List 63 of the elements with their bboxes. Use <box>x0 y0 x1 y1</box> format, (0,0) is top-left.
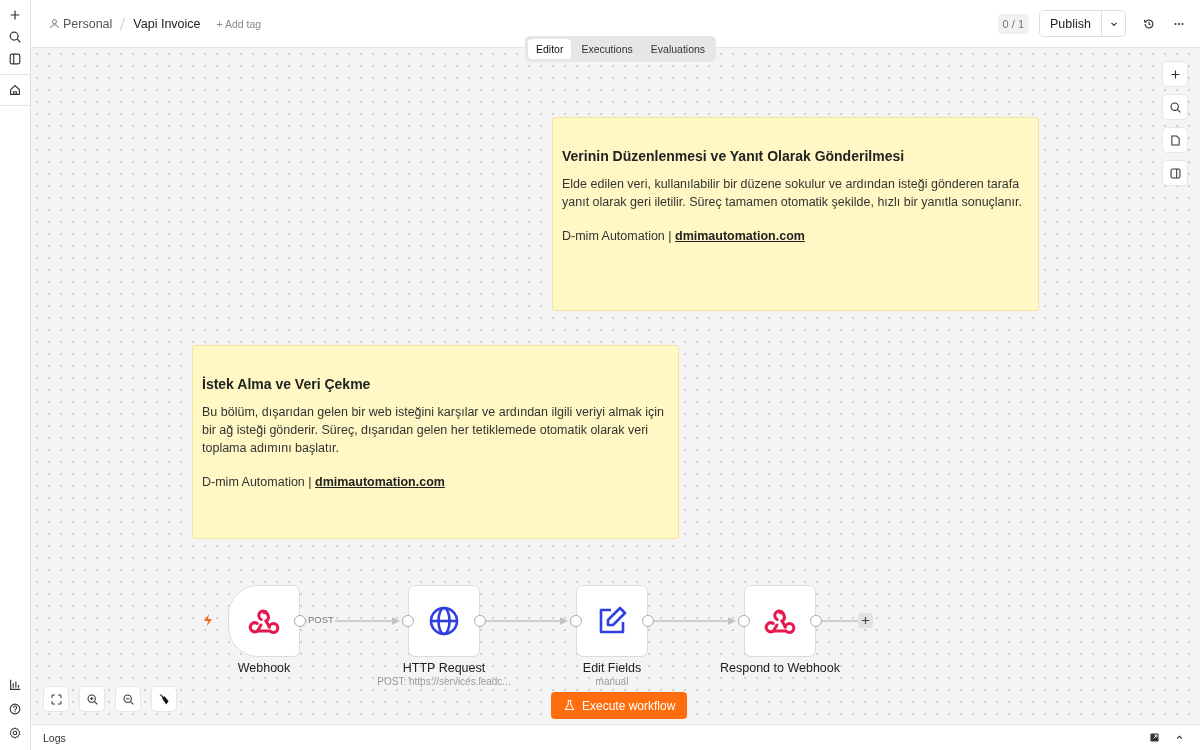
input-handle[interactable] <box>738 615 750 627</box>
node-name: Webhook <box>237 661 291 676</box>
plus-icon <box>861 616 870 625</box>
add-node-button[interactable] <box>1162 61 1188 87</box>
project-link[interactable]: Personal <box>49 16 113 31</box>
sidebar-toggle-icon[interactable] <box>8 52 22 66</box>
tidy-up-button[interactable] <box>151 686 177 712</box>
zoom-out-icon <box>121 692 135 706</box>
note-icon <box>1168 133 1182 147</box>
fit-view-button[interactable] <box>43 686 69 712</box>
website-link[interactable]: dmimautomation.com <box>315 475 445 489</box>
zoom-in-icon <box>85 692 99 706</box>
home-icon[interactable] <box>8 83 22 97</box>
broom-icon <box>157 692 171 706</box>
globe-icon <box>428 605 460 637</box>
flask-icon <box>563 699 576 712</box>
node-name: Respond to Webhook <box>720 661 840 676</box>
workflow-node[interactable] <box>228 585 300 657</box>
search-icon <box>1168 100 1182 114</box>
node-subtitle: POST: https://services.leadc... <box>377 676 511 688</box>
panel-toggle-button[interactable] <box>1162 160 1188 186</box>
zoom-in-button[interactable] <box>79 686 105 712</box>
connection-label: POST <box>307 614 335 625</box>
note-credit: D-mim Automation | dmimautomation.com <box>562 229 806 243</box>
workflow-node[interactable] <box>744 585 816 657</box>
note-text: Elde edilen veri, kullanılabilir bir düzene sokulur ve ardından isteği gönderen tarafa yanıt olarak geri iletilir. Süreç tamamen otomatik şekilde, hızlı bir yanıtla sonuçlanır. <box>562 176 1023 211</box>
node-name: Edit Fields <box>582 661 642 676</box>
chart-icon[interactable] <box>8 678 22 692</box>
popout-icon[interactable] <box>1148 731 1161 744</box>
fit-view-icon <box>49 692 63 706</box>
history-icon[interactable] <box>1142 16 1156 31</box>
settings-icon[interactable] <box>8 726 22 740</box>
website-link[interactable]: dmimautomation.com <box>675 229 805 243</box>
sticky-note-button[interactable] <box>1162 127 1188 153</box>
sticky-note[interactable] <box>552 117 1039 311</box>
logs-label[interactable]: Logs <box>43 731 66 744</box>
workflow-node[interactable] <box>408 585 480 657</box>
help-icon[interactable] <box>8 702 22 716</box>
sticky-note[interactable] <box>192 345 679 539</box>
input-handle[interactable] <box>402 615 414 627</box>
plus-icon <box>1168 67 1182 81</box>
view-tab[interactable]: Executions <box>573 39 641 59</box>
search-button[interactable] <box>1162 94 1188 120</box>
view-tab[interactable]: Editor <box>528 39 572 59</box>
input-handle[interactable] <box>570 615 582 627</box>
view-tab[interactable]: Evaluations <box>642 39 714 59</box>
note-text: Bu bölüm, dışarıdan gelen bir web isteğini karşılar ve ardından ilgili veriyi almak için bir ağ isteği gönderir. Süreç, dışarıdan gelen her tetiklemede otomatik olarak veri toplama adımını başlatır. <box>202 404 666 457</box>
workflow-name[interactable]: Vapi Invoice <box>133 16 201 31</box>
user-icon <box>49 18 60 29</box>
zoom-out-button[interactable] <box>115 686 141 712</box>
add-tag-link[interactable]: + Add tag <box>216 17 262 30</box>
connector-line <box>822 619 858 623</box>
workflow-node[interactable] <box>576 585 648 657</box>
search-icon[interactable] <box>8 30 22 44</box>
panel-icon <box>1168 166 1182 180</box>
node-name: HTTP Request <box>402 661 486 676</box>
note-title: İstek Alma ve Veri Çekme <box>202 376 372 392</box>
version-counter: 0 / 1 <box>997 13 1029 34</box>
note-credit: D-mim Automation | dmimautomation.com <box>202 475 446 489</box>
node-subtitle: manual <box>595 676 629 688</box>
plus-icon[interactable] <box>8 8 22 22</box>
note-title: Verinin Düzenlenmesi ve Yanıt Olarak Gönderilmesi <box>562 148 906 164</box>
add-node-button[interactable] <box>858 613 873 628</box>
